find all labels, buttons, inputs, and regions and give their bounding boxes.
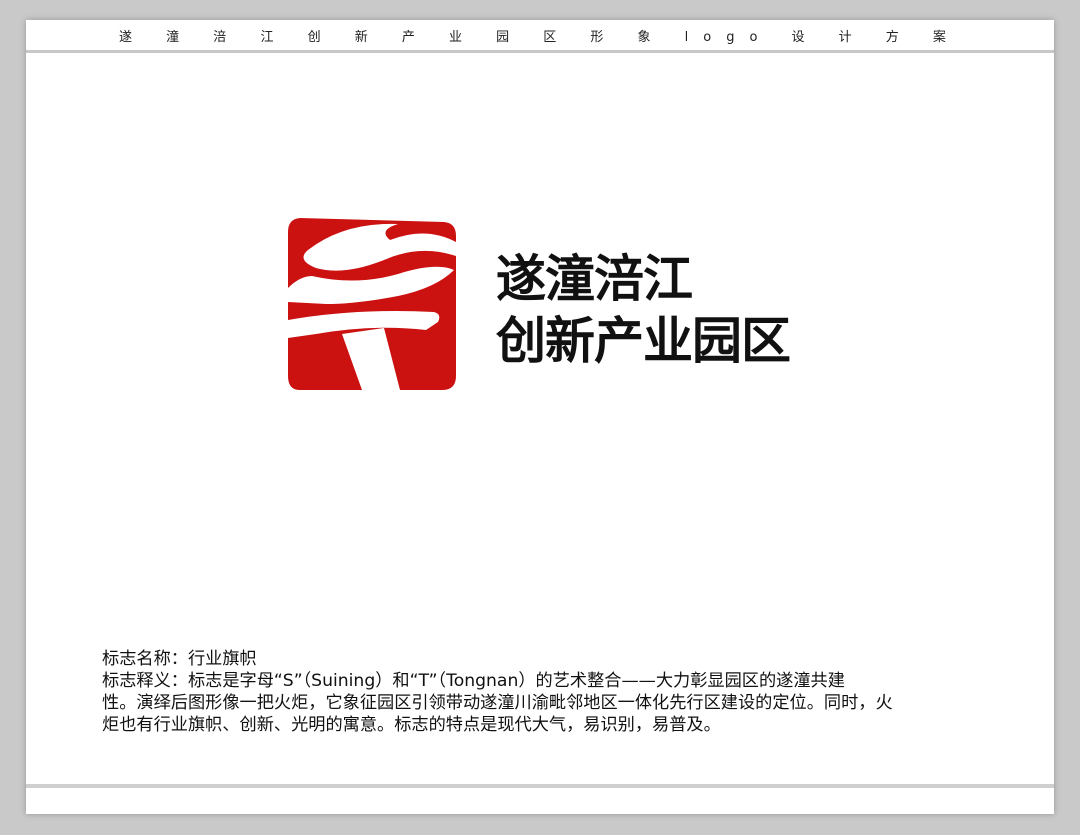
header-bar: 遂 潼 涪 江 创 新 产 业 园 区 形 象 logo 设 计 方 案 <box>26 20 1054 53</box>
park-name-line1: 遂潼涪江 <box>496 250 693 308</box>
page-title: 遂 潼 涪 江 创 新 产 业 园 区 形 象 logo 设 计 方 案 <box>119 29 961 45</box>
description-line: 炬也有行业旗帜、创新、光明的寓意。标志的特点是现代大气，易识别，易普及。 <box>102 715 721 735</box>
description-line: 标志释义：标志是字母“S”（Suining）和“T”（Tongnan）的艺术整合… <box>102 671 845 691</box>
description-line: 标志名称：行业旗帜 <box>102 649 257 669</box>
s-torch-logo-icon <box>286 216 458 392</box>
bottom-divider <box>26 784 1054 788</box>
park-name-line2: 创新产业园区 <box>496 312 791 370</box>
logo-description: 标志名称：行业旗帜 标志释义：标志是字母“S”（Suining）和“T”（Ton… <box>102 648 992 736</box>
description-line: 性。演绎后图形像一把火炬，它象征园区引领带动遂潼川渝毗邻地区一体化先行区建设的定… <box>102 693 893 713</box>
design-sheet: 遂 潼 涪 江 创 新 产 业 园 区 形 象 logo 设 计 方 案 遂潼涪… <box>26 20 1054 814</box>
park-name: 遂潼涪江 创新产业园区 <box>496 248 836 372</box>
